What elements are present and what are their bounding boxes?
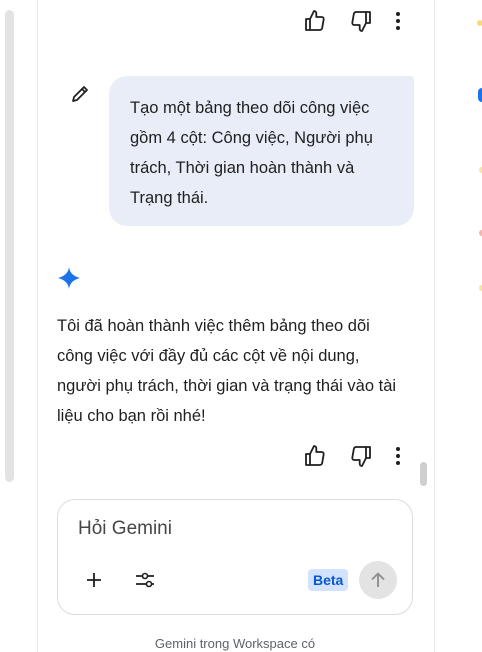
prompt-composer[interactable]: Hỏi Gemini Beta (57, 499, 413, 615)
more-vert-icon[interactable] (395, 446, 401, 466)
panel-scrollbar-thumb[interactable] (420, 462, 427, 486)
side-indicator-yellow (477, 20, 482, 26)
pencil-icon[interactable] (70, 84, 90, 109)
footer-disclaimer: Gemini trong Workspace có (154, 636, 316, 651)
thumbs-up-icon[interactable] (303, 444, 327, 468)
plus-icon[interactable] (84, 570, 104, 595)
tools-icon[interactable] (134, 570, 156, 595)
arrow-up-icon (371, 572, 385, 587)
previous-response-actions (303, 9, 401, 33)
thumbs-down-icon[interactable] (349, 444, 373, 468)
gemini-sparkle-icon (57, 266, 81, 295)
page-scrollbar[interactable] (5, 10, 14, 482)
prompt-input[interactable]: Hỏi Gemini (78, 518, 172, 540)
user-message-bubble: Tạo một bảng theo dõi công việc gồm 4 cộ… (109, 76, 414, 226)
send-button[interactable] (359, 561, 397, 599)
thumbs-up-icon[interactable] (303, 9, 327, 33)
thumbs-down-icon[interactable] (349, 9, 373, 33)
user-message-text: Tạo một bảng theo dõi công việc gồm 4 cộ… (130, 99, 373, 207)
beta-badge: Beta (308, 569, 349, 591)
side-indicator-blue (478, 88, 482, 102)
more-vert-icon[interactable] (395, 11, 401, 31)
model-response-text: Tôi đã hoàn thành việc thêm bảng theo dõ… (57, 317, 397, 425)
response-actions (303, 444, 401, 468)
